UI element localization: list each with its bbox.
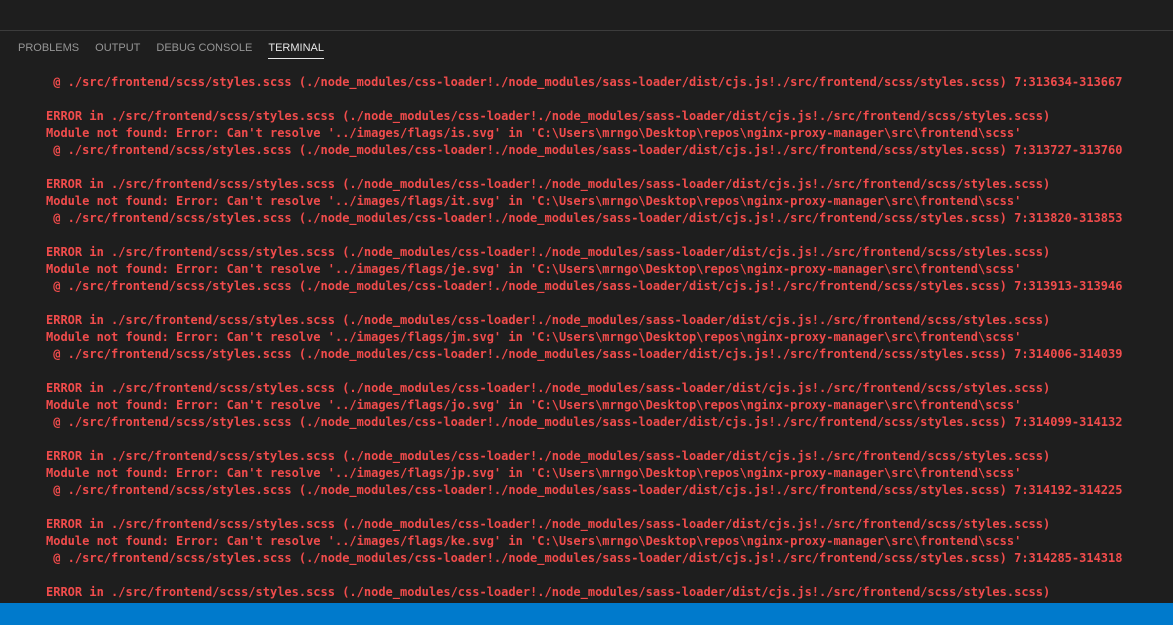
tab-output-label: OUTPUT (95, 42, 141, 54)
terminal-line: Module not found: Error: Can't resolve '… (46, 534, 1022, 548)
bottom-panel: PROBLEMS OUTPUT DEBUG CONSOLE TERMINAL @… (0, 30, 1173, 603)
terminal-line: @ ./src/frontend/scss/styles.scss (./nod… (46, 75, 1123, 89)
terminal-line: Module not found: Error: Can't resolve '… (46, 398, 1022, 412)
editor-area (0, 0, 1173, 30)
terminal-line: ERROR in ./src/frontend/scss/styles.scss… (46, 313, 1051, 327)
terminal-line: Module not found: Error: Can't resolve '… (46, 466, 1022, 480)
terminal-line: @ ./src/frontend/scss/styles.scss (./nod… (46, 211, 1123, 225)
terminal-line: Module not found: Error: Can't resolve '… (46, 262, 1022, 276)
tab-terminal[interactable]: TERMINAL (260, 31, 332, 67)
tab-problems-label: PROBLEMS (18, 42, 80, 54)
terminal-line: @ ./src/frontend/scss/styles.scss (./nod… (46, 143, 1123, 157)
tab-terminal-label: TERMINAL (268, 42, 324, 59)
terminal-line: Module not found: Error: Can't resolve '… (46, 194, 1022, 208)
terminal-line: ERROR in ./src/frontend/scss/styles.scss… (46, 449, 1051, 463)
terminal-line: ERROR in ./src/frontend/scss/styles.scss… (46, 245, 1051, 259)
terminal-line: ERROR in ./src/frontend/scss/styles.scss… (46, 109, 1051, 123)
tab-output[interactable]: OUTPUT (87, 31, 148, 67)
terminal-line: ERROR in ./src/frontend/scss/styles.scss… (46, 177, 1051, 191)
tab-debug-console-label: DEBUG CONSOLE (156, 42, 253, 54)
terminal-line: Module not found: Error: Can't resolve '… (46, 330, 1022, 344)
terminal-line: @ ./src/frontend/scss/styles.scss (./nod… (46, 551, 1123, 565)
terminal-output[interactable]: @ ./src/frontend/scss/styles.scss (./nod… (0, 72, 1173, 603)
terminal-line: ERROR in ./src/frontend/scss/styles.scss… (46, 517, 1051, 531)
terminal-line: @ ./src/frontend/scss/styles.scss (./nod… (46, 279, 1123, 293)
terminal-line: ERROR in ./src/frontend/scss/styles.scss… (46, 381, 1051, 395)
panel-tabs: PROBLEMS OUTPUT DEBUG CONSOLE TERMINAL (10, 31, 332, 67)
terminal-line: @ ./src/frontend/scss/styles.scss (./nod… (46, 347, 1123, 361)
status-bar (0, 603, 1173, 625)
tab-problems[interactable]: PROBLEMS (10, 31, 87, 67)
terminal-line: @ ./src/frontend/scss/styles.scss (./nod… (46, 415, 1123, 429)
terminal-line: @ ./src/frontend/scss/styles.scss (./nod… (46, 483, 1123, 497)
terminal-line: Module not found: Error: Can't resolve '… (46, 126, 1022, 140)
terminal-line: ERROR in ./src/frontend/scss/styles.scss… (46, 585, 1051, 599)
tab-debug-console[interactable]: DEBUG CONSOLE (148, 31, 260, 67)
